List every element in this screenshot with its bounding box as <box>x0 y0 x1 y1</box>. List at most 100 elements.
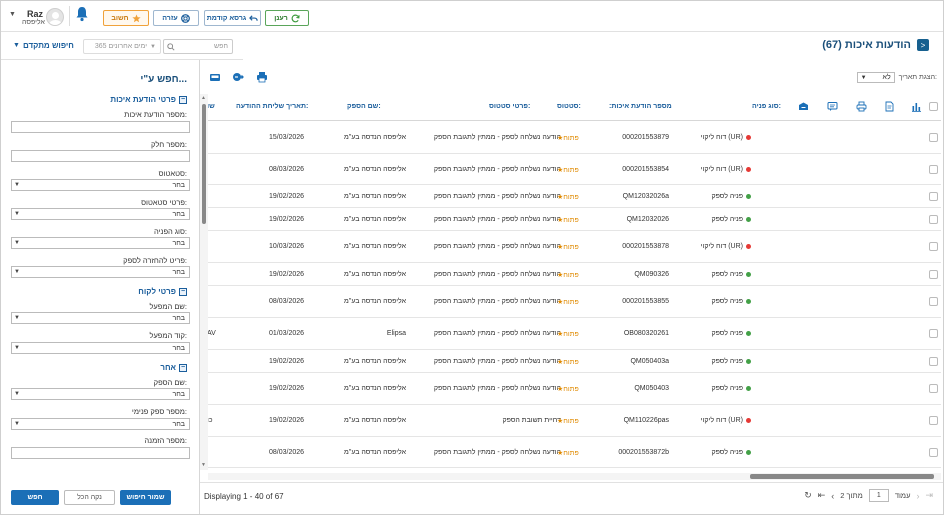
user-caret-icon[interactable]: ▼ <box>9 11 16 18</box>
document-icon[interactable] <box>884 101 895 112</box>
refresh-button[interactable]: רענן <box>265 10 309 26</box>
column-sent-date[interactable]: תאריך שליחת ההודעה: <box>236 103 308 110</box>
table-row[interactable]: AV 01/03/2026 Elipsa הודעה נשלחה לספק - ממת… <box>205 318 941 350</box>
scrollbar-thumb[interactable] <box>202 104 206 224</box>
operator-name-select[interactable]: ▼ בחר <box>11 312 190 324</box>
cell-quality-number[interactable]: 000201553854 <box>622 166 669 173</box>
inbox-icon[interactable] <box>209 71 221 83</box>
column-request-type[interactable]: סוג פניה: <box>752 103 781 110</box>
row-checkbox[interactable] <box>929 192 938 201</box>
table-row[interactable]: 19/02/2026 אליפסה הנדסה בע"מ הודעה נשלחה ל… <box>205 263 941 286</box>
scroll-up-icon[interactable]: ▲ <box>201 95 206 101</box>
cell-quality-number[interactable]: OB080320261 <box>624 330 669 337</box>
cell-quality-number[interactable]: QM12032026a <box>623 193 669 200</box>
print-icon[interactable] <box>256 71 268 83</box>
table-row[interactable]: 08/03/2026 אליפסה הנדסה בע"מ הודעה נשלחה ל… <box>205 286 941 318</box>
row-checkbox[interactable] <box>929 133 938 142</box>
row-checkbox[interactable] <box>929 215 938 224</box>
scroll-down-icon[interactable]: ▼ <box>201 462 206 468</box>
row-checkbox[interactable] <box>929 329 938 338</box>
date-display-select[interactable]: ▼ לא <box>856 72 895 83</box>
previous-version-button[interactable]: גרסא קודמת <box>204 10 261 26</box>
collapse-minus-icon[interactable]: − <box>179 363 187 372</box>
table-row[interactable]: 19/02/2026 אליפסה הנדסה בע"מ הודעה נשלחה ל… <box>205 208 941 231</box>
comment-icon[interactable] <box>827 101 838 112</box>
section-customer-details[interactable]: פרטי לקוח − <box>138 287 187 296</box>
quality-notice-number-input[interactable] <box>11 121 190 133</box>
cell-quality-number[interactable]: 000201553855 <box>622 298 669 305</box>
row-checkbox[interactable] <box>929 270 938 279</box>
cell-quality-number[interactable]: 000201553872b <box>618 449 669 456</box>
cell-quality-number[interactable]: 000201553879 <box>622 134 669 141</box>
cell-quality-number[interactable]: QM090326 <box>634 271 669 278</box>
part-number-input[interactable] <box>11 150 190 162</box>
collapse-chevron-icon[interactable]: > <box>917 39 929 51</box>
label-status: סטאטוס: <box>158 169 187 178</box>
table-row[interactable]: 15/03/2026 אליפסה הנדסה בע"מ הודעה נשלחה ל… <box>205 122 941 154</box>
period-select[interactable]: 365 ימים אחרונים ▼ <box>83 39 161 54</box>
table-row[interactable]: כו 19/02/2026 אליפסה הנדסה בע"מ דחיית תשובת… <box>205 405 941 437</box>
select-value: בחר <box>172 210 185 218</box>
horizontal-scrollbar[interactable] <box>208 473 941 480</box>
table-row[interactable]: 08/03/2026 אליפסה הנדסה בע"מ הודעה נשלחה ל… <box>205 154 941 185</box>
last-page-icon[interactable]: ⇤ <box>818 490 826 501</box>
column-status[interactable]: סטטוס: <box>557 103 581 110</box>
row-checkbox[interactable] <box>929 416 938 425</box>
save-search-button[interactable]: שמור חיפוש <box>120 490 171 505</box>
clear-all-button[interactable]: נקה הכל <box>64 490 115 505</box>
cell-quality-number[interactable]: QM050403 <box>634 385 669 392</box>
row-checkbox[interactable] <box>929 448 938 457</box>
vertical-scrollbar[interactable]: ▲ ▼ <box>200 94 208 470</box>
row-checkbox[interactable] <box>929 242 938 251</box>
section-quality-details[interactable]: פרטי הודעת איכות − <box>110 95 187 104</box>
select-all-checkbox[interactable] <box>929 102 938 111</box>
row-checkbox[interactable] <box>929 357 938 366</box>
cell-status-details: הודעה נשלחה לספק - ממתין לתגובת הספק <box>433 216 561 223</box>
cell-quality-number[interactable]: QM110226pas <box>624 417 669 424</box>
first-page-icon[interactable]: ⇥ <box>925 490 933 501</box>
scrollbar-thumb[interactable] <box>750 474 934 479</box>
avatar[interactable] <box>46 8 64 26</box>
box-icon[interactable] <box>798 101 809 112</box>
page-number-input[interactable]: 1 <box>868 489 889 502</box>
supplier-name-select[interactable]: ▼ בחר <box>11 388 190 400</box>
export-icon[interactable] <box>232 71 244 83</box>
search-button[interactable]: חפש <box>11 490 59 505</box>
cell-quality-number[interactable]: 000201553878 <box>622 243 669 250</box>
table-row[interactable]: 19/02/2026 אליפסה הנדסה בע"מ הודעה נשלחה ל… <box>205 185 941 208</box>
row-checkbox[interactable] <box>929 384 938 393</box>
print-icon[interactable] <box>856 101 867 112</box>
table-row[interactable]: 08/03/2026 אליפסה הנדסה בע"מ הודעה נשלחה ל… <box>205 437 941 468</box>
status-select[interactable]: ▼ בחר <box>11 179 190 191</box>
previous-page-icon[interactable]: › <box>916 491 919 501</box>
advanced-search-toggle[interactable]: ▼ חיפוש מתקדם <box>13 41 74 50</box>
return-to-supplier-select[interactable]: ▼ בחר <box>11 266 190 278</box>
column-quality-number[interactable]: :מספר הודעת איכות <box>609 103 672 110</box>
table-row[interactable]: 19/02/2026 אליפסה הנדסה בע"מ הודעה נשלחה ל… <box>205 373 941 405</box>
cell-quality-number[interactable]: QM050403a <box>630 358 669 365</box>
collapse-minus-icon[interactable]: − <box>179 287 187 296</box>
refresh-icon[interactable]: ↻ <box>804 490 812 501</box>
search-input[interactable]: חפש <box>163 39 233 54</box>
row-checkbox[interactable] <box>929 297 938 306</box>
column-extra[interactable]: שו <box>207 103 215 110</box>
table-row[interactable]: 19/02/2026 אליפסה הנדסה בע"מ הודעה נשלחה ל… <box>205 350 941 373</box>
bar-chart-icon[interactable] <box>911 101 922 112</box>
request-type-select[interactable]: ▼ בחר <box>11 237 190 249</box>
table-row[interactable]: 10/03/2026 אליפסה הנדסה בע"מ הודעה נשלחה ל… <box>205 231 941 263</box>
cell-status-details: דחיית תשובת הספק <box>502 417 561 424</box>
internal-supplier-number-select[interactable]: ▼ בחר <box>11 418 190 430</box>
important-button[interactable]: חשוב <box>103 10 149 26</box>
column-status-details[interactable]: פרטי סטטוס: <box>489 103 530 110</box>
column-supplier-name[interactable]: שם הספק: <box>347 103 381 110</box>
bell-icon[interactable] <box>75 6 89 22</box>
cell-quality-number[interactable]: QM12032026 <box>627 216 669 223</box>
collapse-minus-icon[interactable]: − <box>179 95 187 104</box>
order-number-input[interactable] <box>11 447 190 459</box>
status-details-select[interactable]: ▼ בחר <box>11 208 190 220</box>
next-page-icon[interactable]: ‹ <box>831 491 834 501</box>
operator-code-select[interactable]: ▼ בחר <box>11 342 190 354</box>
row-checkbox[interactable] <box>929 165 938 174</box>
help-button[interactable]: עזרה <box>153 10 199 26</box>
section-other[interactable]: אחר − <box>160 363 187 372</box>
